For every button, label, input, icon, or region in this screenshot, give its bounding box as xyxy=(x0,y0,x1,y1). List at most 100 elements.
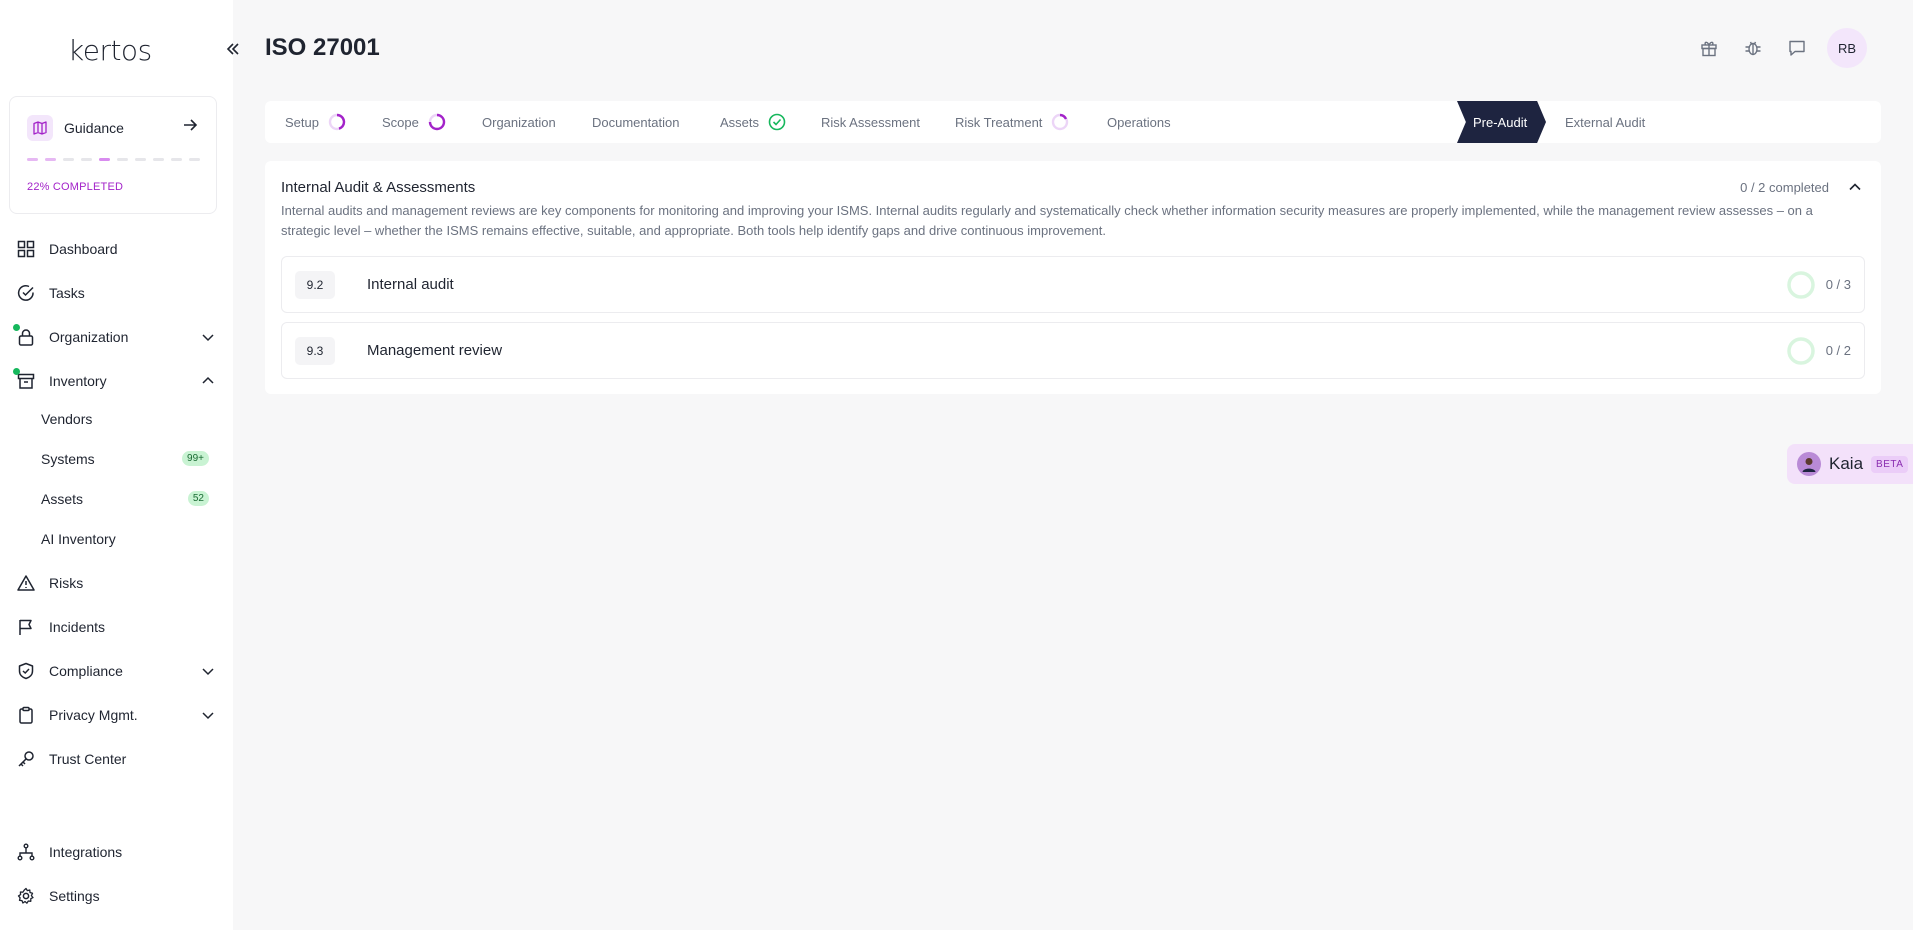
sidebar-subitem-label: AI Inventory xyxy=(41,531,116,547)
user-avatar[interactable]: RB xyxy=(1827,28,1867,68)
chevron-up-icon xyxy=(202,376,214,384)
guidance-progress-text: 22% COMPLETED xyxy=(27,181,124,193)
section-description: Internal audits and management reviews a… xyxy=(281,203,1813,238)
sidebar-item-tasks[interactable]: Tasks xyxy=(16,279,216,307)
sidebar-item-label: Dashboard xyxy=(49,241,118,257)
sidebar-item-privacy-mgmt[interactable]: Privacy Mgmt. xyxy=(16,701,216,729)
sidebar-item-risks[interactable]: Risks xyxy=(16,569,216,597)
count-badge: 52 xyxy=(187,491,209,506)
sidebar-item-label: Compliance xyxy=(49,663,123,679)
step-risk-assessment[interactable]: Risk Assessment xyxy=(821,101,920,143)
sidebar-item-settings[interactable]: Settings xyxy=(16,882,216,910)
sidebar-item-label: Settings xyxy=(49,888,100,904)
status-dot xyxy=(13,368,20,375)
key-icon xyxy=(16,749,36,769)
step-external-audit[interactable]: External Audit xyxy=(1565,101,1645,143)
archive-icon xyxy=(13,368,36,391)
sidebar-item-dashboard[interactable]: Dashboard xyxy=(16,235,216,263)
step-label: Risk Assessment xyxy=(821,114,920,130)
step-label: Setup xyxy=(285,114,319,130)
sidebar-item-organization[interactable]: Organization xyxy=(13,323,216,351)
requirement-progress: 0 / 2 xyxy=(1825,343,1851,358)
sidebar-item-integrations[interactable]: Integrations xyxy=(16,838,216,866)
step-risk-treatment[interactable]: Risk Treatment xyxy=(955,101,1070,143)
sidebar-subitem-ai-inventory[interactable]: AI Inventory xyxy=(41,527,209,551)
shield-check-icon xyxy=(16,661,36,681)
kaia-avatar xyxy=(1797,452,1821,476)
requirement-progress: 0 / 3 xyxy=(1825,277,1851,292)
grid-icon xyxy=(16,239,36,259)
sidebar-item-inventory[interactable]: Inventory xyxy=(13,367,216,395)
sidebar-subitem-label: Assets xyxy=(41,491,84,507)
header-actions: RB xyxy=(1697,28,1867,68)
step-scope[interactable]: Scope xyxy=(382,101,447,143)
step-assets[interactable]: Assets xyxy=(720,101,787,143)
progress-ring-icon xyxy=(328,113,346,131)
chevron-down-icon xyxy=(202,668,214,676)
sidebar-subitem-assets[interactable]: Assets 52 xyxy=(41,487,209,511)
lock-icon xyxy=(13,324,36,347)
step-label: Documentation xyxy=(592,114,680,130)
chat-icon[interactable] xyxy=(1785,36,1809,60)
sidebar-item-label: Tasks xyxy=(49,285,85,301)
step-label: Risk Treatment xyxy=(955,114,1043,130)
arrow-right-icon[interactable] xyxy=(182,117,198,138)
page-title: ISO 27001 xyxy=(265,34,380,61)
progress-ring-icon xyxy=(1052,113,1069,131)
sidebar-item-label: Trust Center xyxy=(49,751,127,767)
phase-stepper: Setup Scope Organization Documentation A… xyxy=(265,101,1881,143)
count-badge: 99+ xyxy=(182,451,209,466)
requirement-row[interactable]: 9.3 Management review 0 / 2 xyxy=(281,322,1865,379)
gift-icon[interactable] xyxy=(1697,36,1721,60)
sidebar-item-label: Privacy Mgmt. xyxy=(49,707,138,723)
step-setup[interactable]: Setup xyxy=(285,101,347,143)
step-documentation[interactable]: Documentation xyxy=(592,101,679,143)
progress-ring-icon xyxy=(1787,337,1815,365)
sidebar-subitem-systems[interactable]: Systems 99+ xyxy=(41,447,209,471)
chevron-up-icon[interactable] xyxy=(1845,177,1865,197)
status-dot xyxy=(13,324,20,331)
kaia-assistant-button[interactable]: Kaia BETA xyxy=(1787,444,1913,484)
sidebar-item-label: Organization xyxy=(49,329,129,345)
sidebar-item-label: Integrations xyxy=(49,844,123,860)
network-icon xyxy=(16,842,36,862)
beta-badge: BETA xyxy=(1871,455,1909,473)
step-label: Assets xyxy=(720,114,760,130)
sidebar-subitem-vendors[interactable]: Vendors xyxy=(41,407,209,431)
step-label: Operations xyxy=(1107,114,1171,130)
guidance-card[interactable]: Guidance 22% COMPLETED xyxy=(9,96,217,214)
step-label: External Audit xyxy=(1565,114,1646,130)
step-label: Scope xyxy=(382,114,419,130)
warning-icon xyxy=(16,573,36,593)
kertos-logo[interactable]: kertos xyxy=(68,34,152,67)
requirement-code: 9.3 xyxy=(295,337,335,365)
requirement-code: 9.2 xyxy=(295,271,335,299)
check-circle-icon xyxy=(16,283,36,303)
requirement-row[interactable]: 9.2 Internal audit 0 / 3 xyxy=(281,256,1865,313)
sidebar-item-label: Incidents xyxy=(49,619,106,635)
bug-icon[interactable] xyxy=(1741,36,1765,60)
sidebar-item-trust-center[interactable]: Trust Center xyxy=(16,745,216,773)
clipboard-icon xyxy=(16,705,36,725)
step-organization[interactable]: Organization xyxy=(482,101,556,143)
collapse-sidebar-button[interactable] xyxy=(220,36,246,62)
requirement-name: Management review xyxy=(367,342,503,359)
check-circle-icon xyxy=(768,113,786,131)
map-icon xyxy=(27,115,53,141)
sidebar-subitem-label: Systems xyxy=(41,451,95,467)
kaia-name: Kaia xyxy=(1829,454,1864,473)
progress-ring-icon xyxy=(428,113,446,131)
sidebar-item-label: Risks xyxy=(49,575,84,591)
chevron-down-icon xyxy=(202,712,214,720)
step-label: Pre-Audit xyxy=(1473,114,1528,130)
sidebar-item-label: Inventory xyxy=(49,373,107,389)
sidebar-subitem-label: Vendors xyxy=(41,411,93,427)
double-chevron-left-icon xyxy=(226,43,239,55)
sidebar: kertos Guidance 22% COMPLETED Dashboard … xyxy=(0,0,239,930)
requirement-name: Internal audit xyxy=(367,276,454,293)
step-pre-audit[interactable]: Pre-Audit xyxy=(1473,101,1527,143)
sidebar-item-compliance[interactable]: Compliance xyxy=(16,657,216,685)
sidebar-item-incidents[interactable]: Incidents xyxy=(16,613,216,641)
section-completion-count: 0 / 2 completed xyxy=(1740,180,1829,195)
step-operations[interactable]: Operations xyxy=(1107,101,1171,143)
